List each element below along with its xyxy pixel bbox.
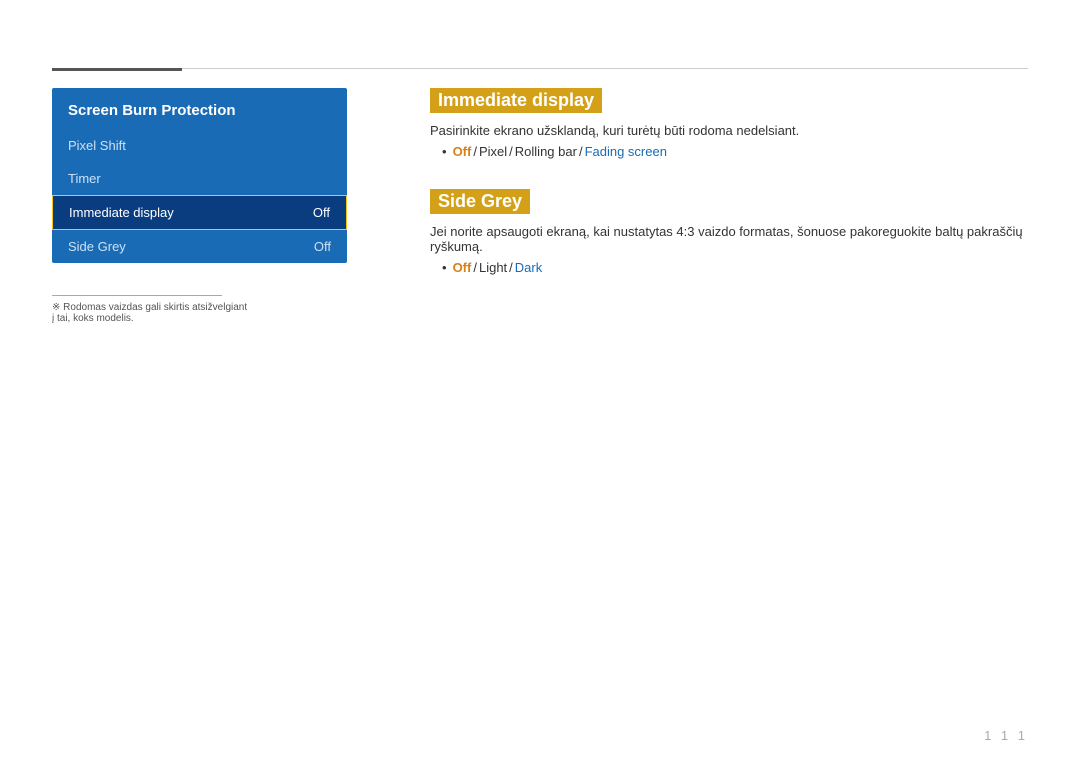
footnote-area: ※ Rodomas vaizdas gali skirtis atsižvelg… (52, 295, 252, 324)
menu-item-pixel-shift[interactable]: Pixel Shift (52, 129, 347, 162)
menu-item-label: Immediate display (69, 205, 174, 220)
section-title-immediate-display: Immediate display (430, 88, 602, 113)
opt-light: Light (479, 260, 507, 275)
menu-item-timer[interactable]: Timer (52, 162, 347, 195)
section-description-immediate-display: Pasirinkite ekrano užsklandą, kuri turėt… (430, 123, 1028, 138)
opt-fading-screen: Fading screen (585, 144, 667, 159)
section-options-side-grey: Off / Light / Dark (430, 260, 1028, 275)
menu-item-side-grey[interactable]: Side Grey Off (52, 230, 347, 263)
section-options-immediate-display: Off / Pixel / Rolling bar / Fading scree… (430, 144, 1028, 159)
section-title-side-grey: Side Grey (430, 189, 530, 214)
footnote-divider (52, 295, 222, 296)
footnote-text: ※ Rodomas vaizdas gali skirtis atsižvelg… (52, 302, 252, 324)
section-immediate-display: Immediate display Pasirinkite ekrano užs… (430, 88, 1028, 159)
right-content-area: Immediate display Pasirinkite ekrano užs… (430, 88, 1028, 305)
left-menu-panel: Screen Burn Protection Pixel Shift Timer… (52, 88, 347, 263)
opt-off-2: Off (453, 260, 472, 275)
divider-accent (52, 68, 182, 71)
panel-title: Screen Burn Protection (52, 88, 347, 129)
divider-line (52, 68, 1028, 69)
menu-item-label: Timer (68, 171, 101, 186)
page-number: 1 1 1 (984, 728, 1028, 743)
menu-item-immediate-display[interactable]: Immediate display Off (52, 195, 347, 230)
opt-off: Off (453, 144, 472, 159)
menu-item-value: Off (314, 239, 331, 254)
menu-item-label: Pixel Shift (68, 138, 126, 153)
opt-pixel: Pixel (479, 144, 507, 159)
section-description-side-grey: Jei norite apsaugoti ekraną, kai nustaty… (430, 224, 1028, 254)
menu-item-label: Side Grey (68, 239, 126, 254)
menu-item-value: Off (313, 205, 330, 220)
section-side-grey: Side Grey Jei norite apsaugoti ekraną, k… (430, 189, 1028, 275)
opt-rolling-bar: Rolling bar (515, 144, 577, 159)
opt-dark: Dark (515, 260, 542, 275)
